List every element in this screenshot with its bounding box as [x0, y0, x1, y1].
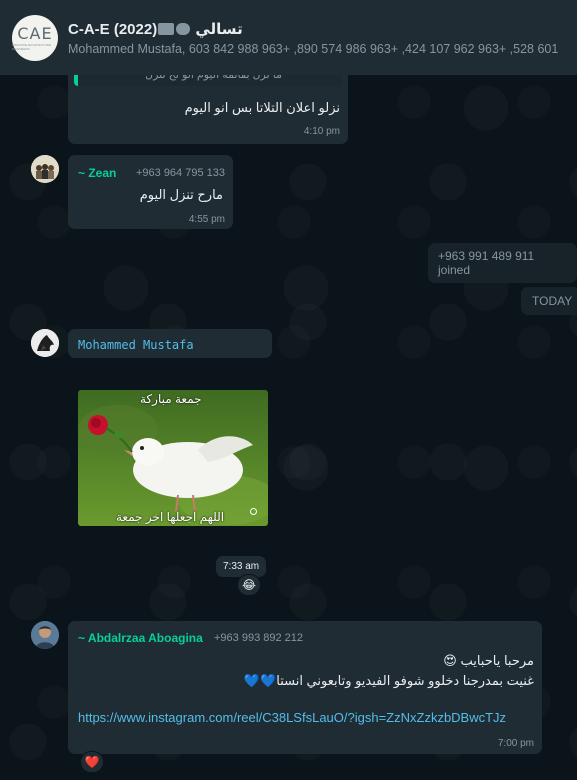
sender-name[interactable]: ~ Abdalrzaa Aboagina	[78, 631, 203, 645]
image-time: 7:33 am	[216, 556, 267, 577]
message-bubble[interactable]: ~ Abdalrzaa Aboagina +963 993 892 212 مر…	[68, 621, 542, 754]
message-time: 4:10 pm	[303, 126, 340, 137]
reaction-badge[interactable]: 😂	[237, 574, 261, 596]
sender-phone: +963 993 892 212	[214, 632, 304, 644]
group-title-suffix: تسالي	[195, 20, 243, 38]
image-caption-top: جمعة مباركة	[140, 392, 202, 406]
image-message[interactable]: جمعة مباركة اللهم اجعلها اخر جمعة	[78, 390, 268, 526]
sender-phone: +963 964 795 133	[135, 167, 225, 179]
message-time: 4:55 pm	[188, 214, 225, 225]
sender-name[interactable]: Mohammed Mustafa	[78, 338, 194, 352]
date-divider: TODAY	[521, 287, 577, 315]
reaction-badge[interactable]: ❤️	[80, 751, 104, 773]
avatar[interactable]	[31, 155, 59, 183]
members-list: Mohammed Mustafa, 603 842 988 963+ ,890 …	[68, 41, 559, 56]
image-caption-bottom: اللهم اجعلها اخر جمعة	[116, 510, 225, 524]
gamepad-icon	[176, 22, 191, 35]
laptop-icon	[158, 22, 175, 35]
profile-photo-icon	[31, 329, 59, 357]
group-avatar[interactable]: CAE CREATIVE ARCHITECTURE ENGINEERS	[12, 14, 58, 61]
message-text: مارح تنزل اليوم	[139, 187, 223, 202]
avatar[interactable]	[31, 621, 59, 649]
message-text: نزلو اعلان التلاتا بس انو اليوم	[184, 100, 340, 115]
avatar[interactable]	[31, 329, 59, 357]
message-time: 7:00 pm	[497, 738, 534, 749]
sender-name[interactable]: ~ Zean	[78, 166, 116, 180]
message-text-line1: مرحبا ياحبايب 😍	[443, 653, 534, 668]
group-avatar-logo: CAE	[17, 24, 53, 43]
dove-image	[78, 390, 268, 526]
message-text-line2: غنيت بمدرجنا دخلوو شوفو الفيديو وتابعوني…	[243, 673, 534, 688]
header-info[interactable]: C-A-E (2022) تسالي Mohammed Mustafa, 603…	[68, 20, 565, 56]
message-bubble[interactable]: Mohammed Mustafa	[68, 329, 272, 358]
group-photo-icon	[31, 155, 59, 183]
group-title-prefix: C-A-E (2022)	[68, 20, 158, 38]
chat-header[interactable]: CAE CREATIVE ARCHITECTURE ENGINEERS C-A-…	[0, 0, 577, 75]
message-bubble[interactable]: ~ Zean +963 964 795 133 مارح تنزل اليوم …	[68, 155, 233, 229]
profile-photo-icon	[31, 621, 59, 649]
group-title: C-A-E (2022) تسالي	[68, 20, 565, 38]
message-link[interactable]: https://www.instagram.com/reel/C38LSfsLa…	[78, 710, 506, 725]
system-joined-notice: +963 991 489 911 joined	[428, 243, 577, 283]
group-avatar-subtext: CREATIVE ARCHITECTURE ENGINEERS	[12, 43, 51, 51]
watermark-icon	[250, 508, 257, 515]
